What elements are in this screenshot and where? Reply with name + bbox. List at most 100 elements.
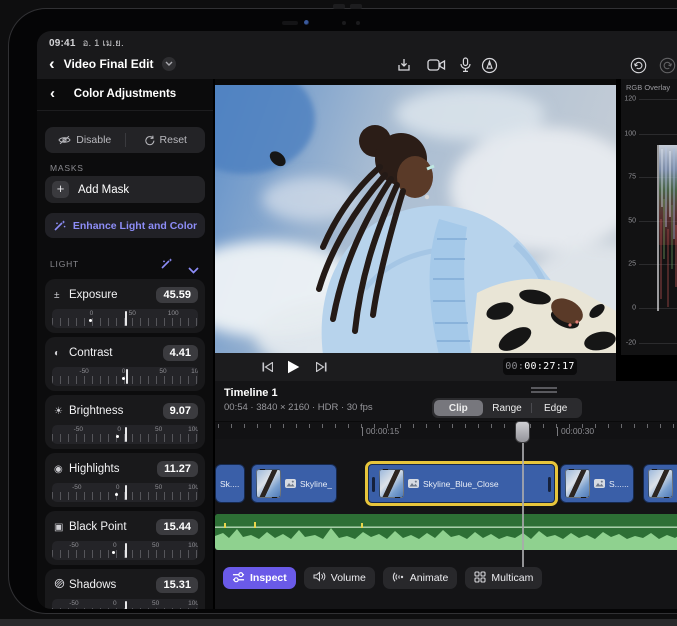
panel-title: Color Adjustments — [37, 88, 213, 100]
slider-card-exposure: ±Exposure45.59050100 — [45, 279, 205, 333]
slider-value-field[interactable]: 45.59 — [156, 287, 198, 303]
video-viewer[interactable] — [215, 79, 616, 355]
slider-zero-dot — [115, 493, 118, 496]
skip-forward-button[interactable] — [311, 358, 331, 376]
reset-button[interactable]: Reset — [126, 127, 206, 153]
tick-label: 0 — [122, 368, 126, 375]
timeline-ruler[interactable]: 00:00:1500:00:30 — [215, 421, 677, 439]
mode-edge[interactable]: Edge — [531, 400, 580, 416]
slider-label: Brightness — [69, 405, 123, 417]
ruler-time-label: 00:00:15 — [362, 427, 399, 436]
tick-label: 100 — [191, 368, 198, 375]
timeline-metadata: 00:54 · 3840 × 2160 · HDR · 30 fps — [224, 402, 373, 413]
collapse-section-button[interactable] — [188, 261, 199, 279]
timeline-clip[interactable]: Sk...... — [215, 464, 245, 503]
slider-ruler[interactable]: -50050100 — [52, 541, 198, 560]
tool-label: Volume — [331, 572, 366, 584]
timeline-panel: Timeline 1 00:54 · 3840 × 2160 · HDR · 3… — [215, 381, 677, 609]
slider-marker[interactable] — [125, 485, 127, 500]
project-title: Video Final Edit — [64, 57, 154, 71]
slider-marker[interactable] — [125, 311, 127, 326]
enhance-light-color-button[interactable]: Enhance Light and Color — [45, 213, 205, 238]
tick-label: 0 — [90, 310, 94, 317]
slider-ruler[interactable]: -50050100 — [52, 367, 198, 386]
camera-icon — [427, 58, 446, 72]
enhance-label: Enhance Light and Color — [73, 220, 197, 232]
undo-button[interactable] — [627, 54, 649, 76]
trim-handle-left[interactable] — [372, 477, 375, 492]
import-icon — [396, 57, 412, 73]
reset-icon — [144, 135, 155, 146]
inspect-icon — [232, 571, 245, 586]
playhead-handle[interactable] — [515, 421, 530, 443]
project-menu-button[interactable] — [162, 57, 176, 71]
clip-label: Skyline_Blue_Wide — [300, 479, 332, 489]
timecode-value: 00:27:17 — [524, 361, 575, 372]
back-chevron-icon[interactable]: ‹ — [49, 55, 55, 72]
play-button[interactable] — [283, 358, 303, 376]
tick-label: 100 — [188, 426, 198, 433]
contrast-icon: ◐ — [54, 348, 69, 359]
photo-icon — [408, 475, 419, 493]
mode-range[interactable]: Range — [483, 400, 532, 416]
animate-button[interactable]: Animate — [383, 567, 458, 589]
timeline-clip[interactable]: Skyline_Blue_Wide — [251, 464, 337, 503]
redo-button[interactable] — [656, 54, 677, 76]
auto-enhance-button[interactable] — [160, 257, 173, 275]
import-button[interactable] — [393, 54, 415, 76]
timeline-clip[interactable] — [643, 464, 677, 503]
slider-label: Exposure — [69, 289, 118, 301]
annotate-button[interactable] — [478, 54, 500, 76]
slider-ruler[interactable]: 050100 — [52, 309, 198, 328]
trim-handle-right[interactable] — [548, 477, 551, 492]
add-mask-button[interactable]: + Add Mask — [45, 176, 205, 203]
tool-label: Animate — [410, 572, 449, 584]
slider-value-field[interactable]: 11.27 — [157, 461, 198, 477]
waveform-trace — [621, 79, 677, 355]
tick-label: 50 — [152, 600, 159, 607]
tick-label: -50 — [72, 484, 81, 491]
record-audio-button[interactable] — [454, 54, 476, 76]
add-mask-label: Add Mask — [78, 184, 129, 196]
skip-back-button[interactable] — [257, 358, 277, 376]
playhead-line — [522, 441, 524, 567]
annotate-icon — [481, 57, 498, 74]
project-back-group[interactable]: ‹ Video Final Edit — [49, 55, 176, 72]
disable-button[interactable]: Disable — [45, 127, 125, 153]
mic-icon — [459, 57, 472, 73]
highlights-icon: ◉ — [54, 464, 69, 475]
slider-value-field[interactable]: 15.31 — [156, 577, 198, 593]
inspect-button[interactable]: Inspect — [223, 567, 296, 589]
slider-value-field[interactable]: 4.41 — [163, 345, 198, 361]
animate-icon — [392, 571, 405, 586]
slider-marker[interactable] — [125, 601, 127, 609]
audio-track[interactable] — [215, 514, 677, 550]
tick-label: 50 — [155, 426, 162, 433]
timeline-toolbar: Inspect Volume Animate Multicam — [223, 567, 542, 589]
panel-resize-handle[interactable] — [531, 387, 557, 393]
slider-card-brightness: ☀Brightness9.07-50050100 — [45, 395, 205, 449]
timeline-clip-selected[interactable]: Skyline_Blue_Close — [368, 464, 555, 503]
clip-label: Sk...... — [220, 479, 240, 489]
page-background-strip — [0, 619, 677, 626]
skip-forward-icon — [316, 362, 327, 372]
timeline-clip[interactable]: S...... — [560, 464, 634, 503]
slider-ruler[interactable]: -50050100 — [52, 425, 198, 444]
tick-label: -50 — [74, 426, 83, 433]
volume-button[interactable]: Volume — [304, 567, 375, 589]
tick-label: 0 — [113, 600, 117, 607]
slider-marker[interactable] — [125, 427, 127, 442]
slider-marker[interactable] — [125, 543, 127, 558]
record-video-button[interactable] — [425, 54, 447, 76]
slider-ruler[interactable]: -50050100 — [52, 599, 198, 609]
top-toolbar: 09:41อ. 1 เม.ย. ‹ Video Final Edit — [37, 31, 677, 79]
multicam-button[interactable]: Multicam — [465, 567, 542, 589]
slider-value-field[interactable]: 9.07 — [163, 403, 198, 419]
slider-value-field[interactable]: 15.44 — [156, 519, 198, 535]
photo-icon — [594, 475, 605, 493]
transport-bar: 00:00:27:17 — [215, 353, 616, 381]
mode-clip[interactable]: Clip — [434, 400, 483, 416]
timecode-hours: 00: — [505, 361, 524, 372]
tick-label: 0 — [113, 542, 117, 549]
slider-ruler[interactable]: -50050100 — [52, 483, 198, 502]
